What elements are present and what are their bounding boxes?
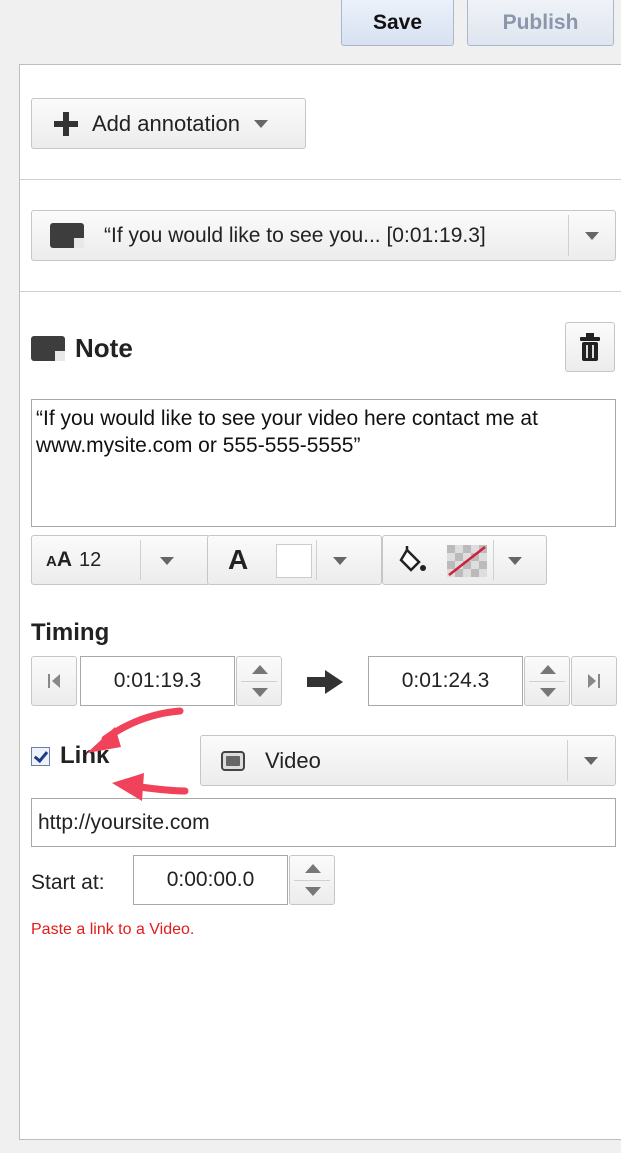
font-size-select[interactable]: AA 12 — [31, 535, 210, 585]
divider — [20, 291, 621, 292]
note-text-input[interactable]: “If you would like to see your video her… — [31, 399, 616, 527]
save-button[interactable]: Save — [341, 0, 454, 46]
select-separator — [493, 540, 494, 580]
decrement-icon — [540, 688, 556, 697]
note-heading: Note — [31, 333, 133, 364]
start-at-label: Start at: — [31, 871, 105, 894]
select-separator — [568, 215, 569, 256]
link-type-value: Video — [265, 747, 321, 773]
timing-heading: Timing — [31, 619, 110, 646]
publish-button[interactable]: Publish — [467, 0, 614, 46]
note-icon — [31, 336, 65, 361]
chevron-down-icon — [585, 232, 599, 240]
add-annotation-button[interactable]: Add annotation — [31, 98, 306, 149]
skip-end-icon — [588, 674, 600, 688]
font-size-value: 12 — [79, 548, 102, 571]
jump-to-start-button[interactable] — [31, 656, 77, 706]
select-separator — [316, 540, 317, 580]
skip-start-icon — [48, 674, 60, 688]
chevron-down-icon — [160, 557, 174, 565]
top-toolbar: Save Publish — [0, 0, 621, 48]
note-icon — [50, 223, 84, 248]
jump-to-end-button[interactable] — [571, 656, 617, 706]
trash-icon — [580, 333, 600, 361]
color-swatch — [276, 544, 312, 578]
select-separator — [140, 540, 141, 580]
delete-button[interactable] — [565, 322, 615, 372]
font-color-icon: A — [228, 544, 249, 575]
arrow-right-icon — [307, 670, 343, 694]
chevron-down-icon — [508, 557, 522, 565]
annotation-select[interactable]: “If you would like to see you... [0:01:1… — [31, 210, 616, 261]
start-time-spinner[interactable] — [236, 656, 282, 706]
start-at-spinner[interactable] — [289, 855, 335, 905]
end-time-input[interactable]: 0:01:24.3 — [368, 656, 523, 706]
increment-icon — [305, 864, 321, 873]
decrement-icon — [252, 688, 268, 697]
transparent-swatch — [447, 545, 487, 577]
increment-icon — [252, 665, 268, 674]
chevron-down-icon — [254, 119, 269, 128]
end-time-spinner[interactable] — [524, 656, 570, 706]
error-message: Paste a link to a Video. — [31, 921, 195, 938]
divider — [20, 179, 621, 180]
pointer-arrow — [87, 707, 184, 753]
font-size-icon: AA — [46, 548, 73, 571]
select-separator — [567, 740, 568, 781]
start-at-input[interactable]: 0:00:00.0 — [133, 855, 288, 905]
link-type-select[interactable]: Video — [200, 735, 616, 786]
annotation-select-value: “If you would like to see you... [0:01:1… — [104, 223, 486, 247]
chevron-down-icon — [333, 557, 347, 565]
font-color-select[interactable]: A — [207, 535, 382, 585]
note-title-text: Note — [75, 333, 133, 363]
annotation-editor-panel: Add annotation “If you would like to see… — [19, 64, 621, 1140]
add-annotation-label: Add annotation — [92, 110, 241, 136]
background-color-select[interactable] — [382, 535, 547, 585]
chevron-down-icon — [584, 757, 598, 765]
increment-icon — [540, 665, 556, 674]
video-icon — [221, 750, 245, 771]
pointer-arrow — [112, 773, 189, 801]
link-checkbox[interactable] — [31, 746, 50, 766]
plus-icon — [54, 111, 78, 136]
paint-bucket-icon — [399, 546, 426, 572]
decrement-icon — [305, 887, 321, 896]
